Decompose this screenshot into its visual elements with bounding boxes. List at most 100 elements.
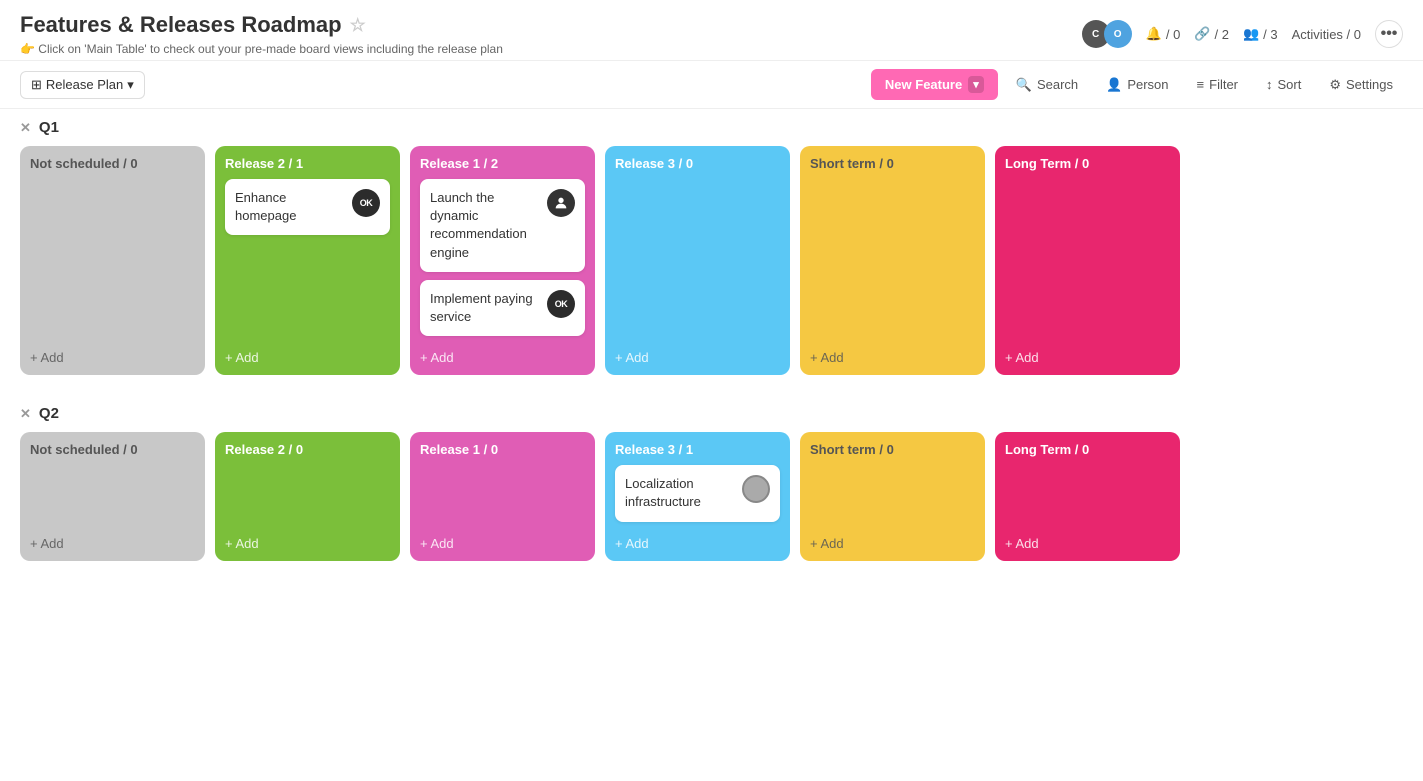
new-feature-label: New Feature [885, 77, 962, 92]
link-stat[interactable]: 🔗 / 2 [1194, 26, 1229, 42]
filter-label: Filter [1209, 77, 1238, 92]
add-btn-long-term-q1[interactable]: + Add [1005, 344, 1170, 365]
column-header-release3-q2: Release 3 / 1 [615, 442, 780, 457]
subtitle: 👉 Click on 'Main Table' to check out you… [20, 42, 503, 56]
page-title-row: Features & Releases Roadmap ☆ [20, 12, 503, 38]
card-text-release2-q1-0: Enhance homepage [235, 189, 346, 225]
column-header-release1-q1: Release 1 / 2 [420, 156, 585, 171]
sort-label: Sort [1278, 77, 1302, 92]
add-btn-release2-q2[interactable]: + Add [225, 530, 390, 551]
column-long-term-q2: Long Term / 0 + Add [995, 432, 1180, 560]
column-release3-q2: Release 3 / 1 Localization infrastructure… [605, 432, 790, 560]
column-release1-q1: Release 1 / 2 Launch the dynamic recommen… [410, 146, 595, 375]
card-release1-q1-0[interactable]: Launch the dynamic recommendation engine [420, 179, 585, 272]
search-button[interactable]: 🔍 Search [1006, 72, 1088, 98]
collapse-icon-q2[interactable]: ✕ [20, 406, 31, 422]
notification-stat[interactable]: 🔔 / 0 [1146, 26, 1181, 42]
column-release2-q2: Release 2 / 0 + Add [215, 432, 400, 560]
link-icon: 🔗 [1194, 26, 1210, 42]
group-section-q1: ✕ Q1 Not scheduled / 0+ AddRelease 2 / 1… [20, 119, 1403, 375]
toolbar-right: New Feature ▾ 🔍 Search 👤 Person ≡ Filter… [871, 69, 1403, 100]
people-count: / 3 [1263, 27, 1277, 42]
header-left: Features & Releases Roadmap ☆ 👉 Click on… [20, 12, 503, 56]
sort-button[interactable]: ↕ Sort [1256, 72, 1311, 97]
column-short-term-q1: Short term / 0+ Add [800, 146, 985, 375]
columns-row-q2: Not scheduled / 0 + Add Release 2 / 0 + Add… [20, 432, 1403, 560]
card-release2-q1-0[interactable]: Enhance homepageOK [225, 179, 390, 235]
toolbar: ⊞ Release Plan ▾ New Feature ▾ 🔍 Search … [0, 61, 1423, 109]
column-header-long-term-q1: Long Term / 0 [1005, 156, 1170, 171]
card-release3-q2-0[interactable]: Localization infrastructure [615, 465, 780, 521]
add-btn-short-term-q2[interactable]: + Add [810, 530, 975, 551]
avatar-group: C O [1082, 20, 1132, 48]
column-header-short-term-q2: Short term / 0 [810, 442, 975, 457]
card-release1-q1-1[interactable]: Implement paying serviceOK [420, 280, 585, 336]
board-body: ✕ Q1 Not scheduled / 0+ AddRelease 2 / 1… [0, 109, 1423, 611]
search-icon: 🔍 [1016, 77, 1032, 93]
people-stat[interactable]: 👥 / 3 [1243, 26, 1278, 42]
filter-icon: ≡ [1197, 77, 1205, 92]
column-header-release2-q1: Release 2 / 1 [225, 156, 390, 171]
column-not-scheduled-q1: Not scheduled / 0 + Add [20, 146, 205, 375]
person-button[interactable]: 👤 Person [1096, 72, 1178, 98]
new-feature-dropdown-arrow[interactable]: ▾ [968, 76, 984, 93]
add-btn-release2-q1[interactable]: + Add [225, 344, 390, 365]
view-label: Release Plan [46, 77, 123, 92]
column-short-term-q2: Short term / 0 + Add [800, 432, 985, 560]
person-label: Person [1127, 77, 1168, 92]
column-header-not-scheduled-q1: Not scheduled / 0 [30, 156, 195, 171]
add-btn-long-term-q2[interactable]: + Add [1005, 530, 1170, 551]
card-text-release3-q2-0: Localization infrastructure [625, 475, 736, 511]
collapse-icon-q1[interactable]: ✕ [20, 120, 31, 136]
notification-count: / 0 [1166, 27, 1180, 42]
column-release2-q1: Release 2 / 1 Enhance homepageOK + Add [215, 146, 400, 375]
column-release1-q2: Release 1 / 0 + Add [410, 432, 595, 560]
add-btn-release1-q2[interactable]: + Add [420, 530, 585, 551]
card-avatar-release3-q2-0 [742, 475, 770, 503]
add-btn-short-term-q1[interactable]: + Add [810, 344, 975, 365]
add-btn-release3-q2[interactable]: + Add [615, 530, 780, 551]
group-label-q2: Q2 [39, 405, 59, 422]
more-options-button[interactable]: ••• [1375, 20, 1403, 48]
header-right: C O 🔔 / 0 🔗 / 2 👥 / 3 Activities / 0 ••• [1082, 20, 1403, 48]
search-label: Search [1037, 77, 1078, 92]
view-selector[interactable]: ⊞ Release Plan ▾ [20, 71, 145, 99]
add-btn-release1-q1[interactable]: + Add [420, 344, 585, 365]
column-not-scheduled-q2: Not scheduled / 0 + Add [20, 432, 205, 560]
add-btn-not-scheduled-q2[interactable]: + Add [30, 530, 195, 551]
chevron-down-icon: ▾ [127, 77, 134, 93]
link-count: / 2 [1215, 27, 1229, 42]
page-title: Features & Releases Roadmap [20, 12, 342, 38]
group-header-q2: ✕ Q2 [20, 405, 1403, 422]
card-text-release1-q1-0: Launch the dynamic recommendation engine [430, 189, 541, 262]
column-header-release2-q2: Release 2 / 0 [225, 442, 390, 457]
avatar-2[interactable]: O [1104, 20, 1132, 48]
header: Features & Releases Roadmap ☆ 👉 Click on… [0, 0, 1423, 61]
people-icon: 👥 [1243, 26, 1259, 42]
column-header-release1-q2: Release 1 / 0 [420, 442, 585, 457]
column-header-release3-q1: Release 3 / 0 [615, 156, 780, 171]
person-icon: 👤 [1106, 77, 1122, 93]
settings-icon: ⚙ [1329, 77, 1341, 93]
column-long-term-q1: Long Term / 0 + Add [995, 146, 1180, 375]
filter-button[interactable]: ≡ Filter [1187, 72, 1248, 97]
settings-label: Settings [1346, 77, 1393, 92]
add-btn-not-scheduled-q1[interactable]: + Add [30, 344, 195, 365]
toolbar-left: ⊞ Release Plan ▾ [20, 71, 145, 99]
column-header-long-term-q2: Long Term / 0 [1005, 442, 1170, 457]
new-feature-button[interactable]: New Feature ▾ [871, 69, 998, 100]
card-avatar-release1-q1-0 [547, 189, 575, 217]
sort-icon: ↕ [1266, 77, 1273, 92]
group-label-q1: Q1 [39, 119, 59, 136]
card-avatar-release1-q1-1: OK [547, 290, 575, 318]
column-header-not-scheduled-q2: Not scheduled / 0 [30, 442, 195, 457]
activities-button[interactable]: Activities / 0 [1292, 27, 1361, 42]
columns-row-q1: Not scheduled / 0 + Add Release 2 / 1 Enhan… [20, 146, 1403, 375]
group-section-q2: ✕ Q2 Not scheduled / 0+ AddRelease 2 / 0… [20, 405, 1403, 560]
grid-icon: ⊞ [31, 77, 42, 93]
star-icon[interactable]: ☆ [350, 15, 366, 36]
settings-button[interactable]: ⚙ Settings [1319, 72, 1403, 98]
column-release3-q1: Release 3 / 0 + Add [605, 146, 790, 375]
bell-icon: 🔔 [1146, 26, 1162, 42]
add-btn-release3-q1[interactable]: + Add [615, 344, 780, 365]
